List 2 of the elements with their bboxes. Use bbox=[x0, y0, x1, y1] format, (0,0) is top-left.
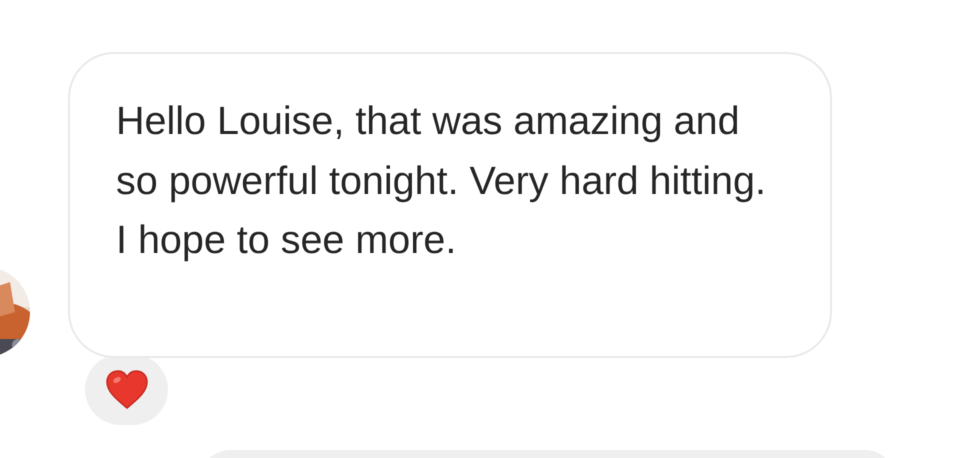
message-text: Hello Louise, that was amazing and so powerful tonight. Very hard hitting. I hope to see more. bbox=[116, 98, 767, 264]
heart-icon bbox=[104, 370, 148, 410]
